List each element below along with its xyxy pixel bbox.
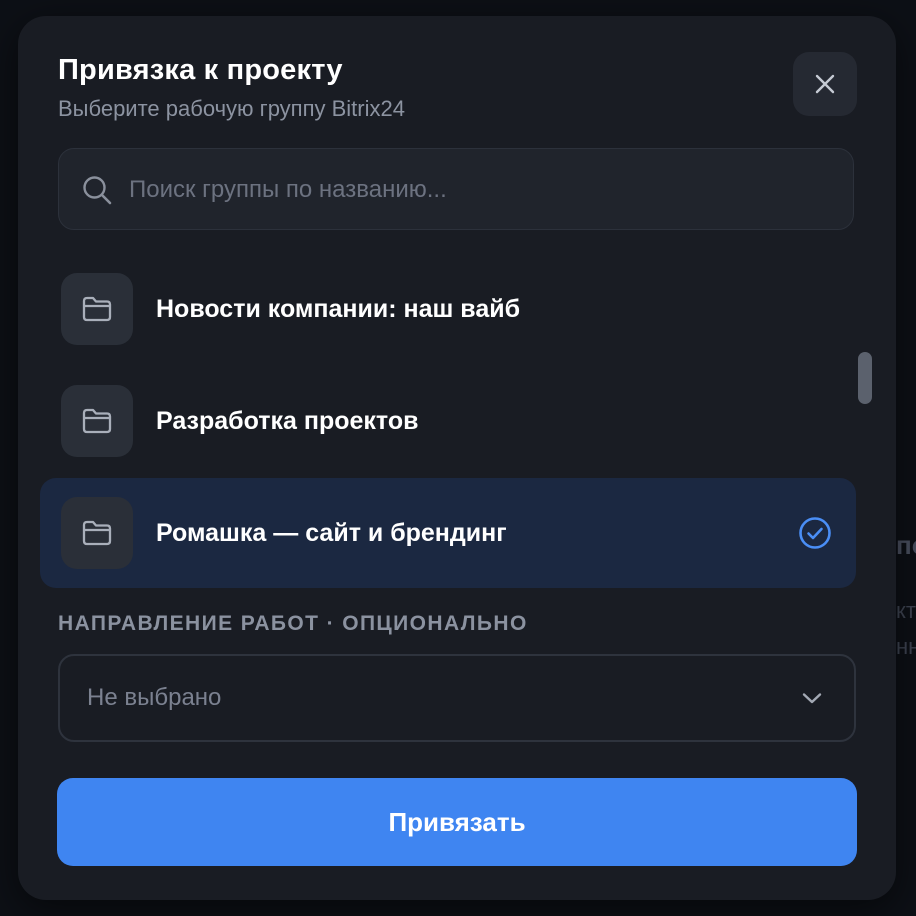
list-scrollbar[interactable]	[858, 352, 872, 404]
group-item-romashka[interactable]: Ромашка — сайт и брендинг	[40, 478, 856, 588]
modal-title: Привязка к проекту	[58, 54, 343, 86]
folder-icon	[82, 296, 112, 322]
group-item-label: Новости компании: наш вайб	[156, 295, 521, 323]
check-circle-icon	[799, 517, 831, 549]
folder-icon-tile	[61, 385, 133, 457]
group-list: Новости компании: наш вайб Разработка пр…	[40, 254, 860, 598]
close-button[interactable]	[793, 52, 857, 116]
chevron-down-icon	[802, 693, 822, 704]
project-link-modal: Привязка к проекту Выберите рабочую груп…	[18, 16, 896, 900]
background-text-peek: нн	[896, 634, 916, 659]
search-box	[58, 148, 854, 231]
direction-select[interactable]: Не выбрано	[58, 654, 856, 742]
search-icon	[83, 176, 112, 205]
direction-label: НАПРАВЛЕНИЕ РАБОТ · ОПЦИОНАЛЬНО	[58, 612, 528, 635]
search-input[interactable]	[127, 149, 831, 231]
folder-icon-tile	[61, 273, 133, 345]
folder-icon	[82, 408, 112, 434]
background-text-peek: по	[896, 530, 916, 560]
group-item-news[interactable]: Новости компании: наш вайб	[40, 254, 856, 364]
direction-select-value: Не выбрано	[87, 684, 222, 711]
link-button[interactable]: Привязать	[57, 778, 857, 866]
modal-subtitle: Выберите рабочую группу Bitrix24	[58, 96, 405, 121]
folder-icon-tile	[61, 497, 133, 569]
folder-icon	[82, 520, 112, 546]
background-text-peek: кто	[896, 598, 916, 623]
close-icon	[815, 74, 835, 94]
group-item-development[interactable]: Разработка проектов	[40, 366, 856, 476]
group-item-label: Ромашка — сайт и брендинг	[156, 519, 507, 547]
group-item-label: Разработка проектов	[156, 407, 419, 435]
